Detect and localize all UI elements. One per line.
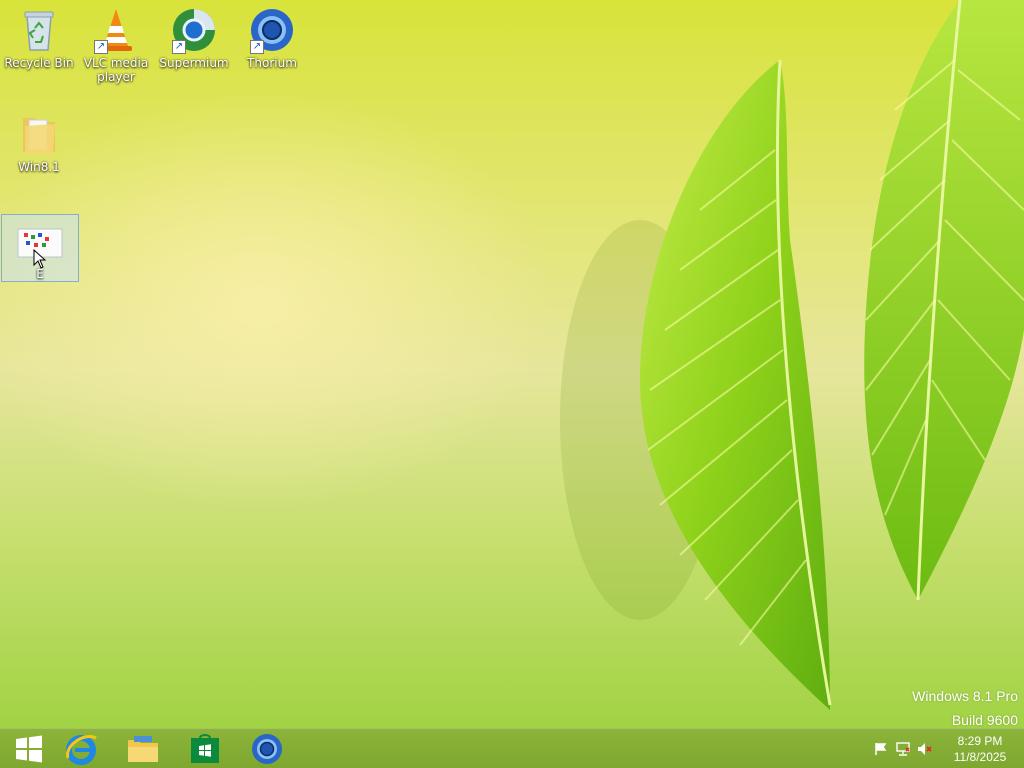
desktop-icon-supermium[interactable]: ↗ Supermium [156,0,232,70]
system-tray: 8:29 PM 11/8/2025 [870,729,1024,768]
desktop[interactable]: Recycle Bin ↗ VLC media player ↗ Supermi… [0,0,1024,768]
thorium-icon [252,734,282,764]
icon-label: Win8.1 [18,160,60,174]
desktop-icon-e-image[interactable]: E [1,214,79,282]
mouse-cursor-icon [33,249,47,269]
action-center-flag-icon[interactable] [870,729,892,768]
taskbar[interactable]: 8:29 PM 11/8/2025 [0,728,1024,768]
windows-logo-icon [16,735,42,763]
icon-label: Recycle Bin [4,56,74,70]
desktop-icon-thorium[interactable]: ↗ Thorium [234,0,310,70]
windows-version-watermark: Windows 8.1 Pro Build 9600 [912,684,1018,732]
store-icon [191,734,219,763]
supermium-icon: ↗ [170,6,218,54]
clock-time: 8:29 PM [957,734,1003,748]
recycle-bin-icon [15,6,63,54]
watermark-edition: Windows 8.1 Pro [912,688,1018,704]
desktop-icon-win81-folder[interactable]: Win8.1 [1,104,77,174]
thorium-icon: ↗ [248,6,296,54]
taskbar-clock[interactable]: 8:29 PM 11/8/2025 [936,733,1024,765]
icon-label: Thorium [247,56,297,70]
icon-label: VLC media player [83,56,149,84]
clock-date: 11/8/2025 [953,750,1007,764]
shortcut-arrow-icon: ↗ [94,40,108,54]
desktop-icon-recycle-bin[interactable]: Recycle Bin [1,0,77,70]
taskbar-internet-explorer[interactable] [52,729,110,768]
taskbar-file-explorer[interactable] [114,729,172,768]
volume-muted-icon[interactable] [914,729,936,768]
internet-explorer-icon [66,735,97,765]
network-icon[interactable] [892,729,914,768]
taskbar-store[interactable] [176,729,234,768]
folder-icon [15,110,63,158]
icon-label: Supermium [159,56,229,70]
start-button[interactable] [0,729,58,768]
vlc-icon: ↗ [92,6,140,54]
desktop-icon-vlc[interactable]: ↗ VLC media player [78,0,154,84]
wallpaper-leaves [560,0,1024,710]
taskbar-thorium[interactable] [238,729,296,768]
shortcut-arrow-icon: ↗ [250,40,264,54]
file-explorer-icon [128,736,158,762]
shortcut-arrow-icon: ↗ [172,40,186,54]
